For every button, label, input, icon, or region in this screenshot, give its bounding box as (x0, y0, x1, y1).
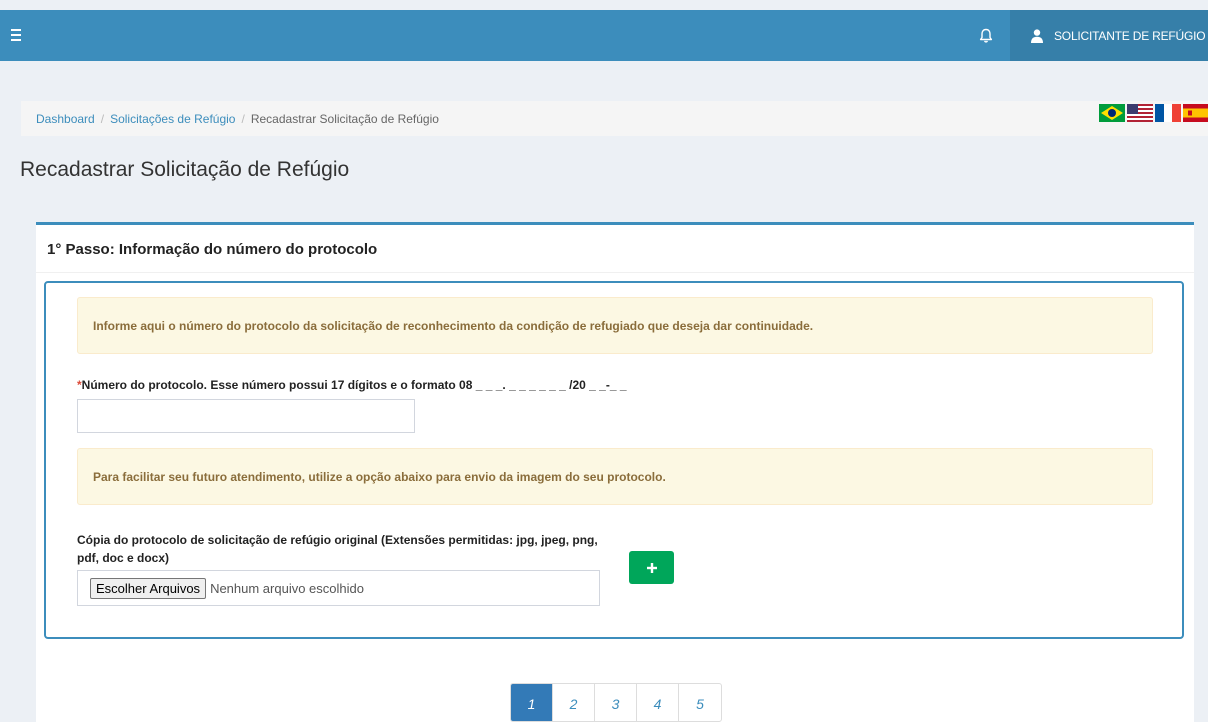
breadcrumb-current: Recadastrar Solicitação de Refúgio (250, 111, 439, 126)
upload-label: Cópia do protocolo de solicitação de ref… (77, 533, 598, 565)
card-divider (36, 272, 1194, 273)
user-name: SOLICITANTE DE REFÚGIO (1054, 28, 1206, 43)
page-1[interactable]: 1 (511, 684, 553, 721)
info-alert: Informe aqui o número do protocolo da so… (77, 297, 1153, 354)
spain-flag-icon[interactable] (1183, 104, 1208, 122)
page-title: Recadastrar Solicitação de Refúgio (20, 158, 350, 181)
page-2[interactable]: 2 (553, 684, 595, 721)
brazil-flag-icon[interactable] (1099, 104, 1125, 122)
step-pagination: 1 2 3 4 5 (510, 683, 722, 722)
choose-files-button[interactable]: Escolher Arquivos (90, 577, 207, 599)
breadcrumb: Dashboard / Solicitações de Refúgio / Re… (21, 101, 1208, 136)
page-5[interactable]: 5 (679, 684, 721, 721)
bell-icon[interactable] (973, 25, 999, 47)
top-navbar: SOLICITANTE DE REFÚGIO (0, 10, 1208, 61)
user-menu[interactable]: SOLICITANTE DE REFÚGIO (1010, 10, 1208, 61)
plus-icon (646, 562, 657, 573)
breadcrumb-separator: / (100, 111, 105, 126)
breadcrumb-separator: / (241, 111, 245, 126)
step-card: 1° Passo: Informação do número do protoc… (36, 222, 1194, 722)
page-3[interactable]: 3 (595, 684, 637, 721)
france-flag-icon[interactable] (1155, 104, 1181, 122)
info-alert-text: Informe aqui o número do protocolo da so… (93, 318, 814, 333)
protocol-label-text: Número do protocolo. Esse número possui … (81, 378, 627, 392)
protocol-label: *Número do protocolo. Esse número possui… (77, 378, 627, 392)
page-4[interactable]: 4 (637, 684, 679, 721)
breadcrumb-solicitacoes[interactable]: Solicitações de Refúgio (110, 112, 235, 126)
breadcrumb-dashboard[interactable]: Dashboard (36, 112, 95, 126)
file-upload-field[interactable]: Escolher Arquivos Nenhum arquivo escolhi… (77, 570, 600, 606)
user-icon (1031, 28, 1043, 43)
upload-alert-text: Para facilitar seu futuro atendimento, u… (93, 469, 666, 484)
upload-alert: Para facilitar seu futuro atendimento, u… (77, 448, 1153, 505)
usa-flag-icon[interactable] (1127, 104, 1153, 122)
file-status-text: Nenhum arquivo escolhido (210, 580, 364, 596)
protocol-form-panel: Informe aqui o número do protocolo da so… (44, 281, 1184, 639)
add-file-button[interactable] (629, 551, 674, 584)
protocol-number-input[interactable] (77, 399, 415, 433)
language-selector (1099, 104, 1208, 122)
hamburger-icon[interactable] (11, 26, 27, 44)
step-title: 1° Passo: Informação do número do protoc… (47, 241, 378, 258)
